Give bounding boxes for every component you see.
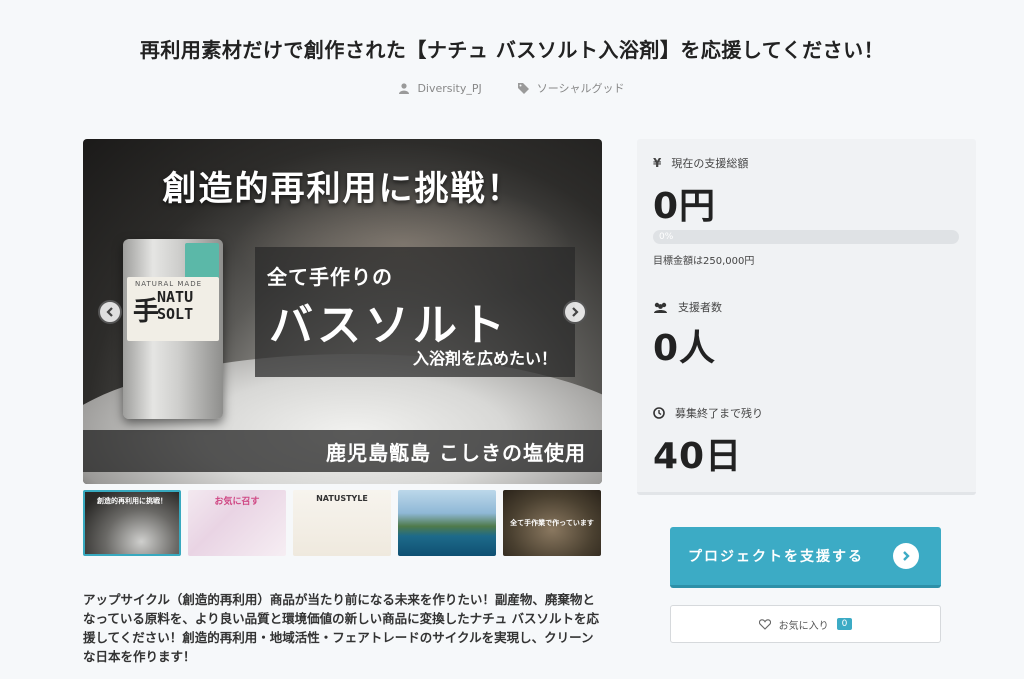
slide-headline: 創造的再利用に挑戦！	[162, 169, 523, 209]
page-title: 再利用素材だけで創作された【ナチュ バスソルト入浴剤】を応援してください！	[139, 38, 885, 62]
product-package: NATURAL MADE 手 NATU SOLT	[123, 239, 223, 419]
thumbnail-4[interactable]	[398, 490, 496, 556]
total-value: 0円	[653, 186, 717, 227]
support-project-button[interactable]: プロジェクトを支援する	[670, 527, 941, 588]
favorite-button[interactable]: お気に入り 0	[670, 605, 941, 643]
project-description: アップサイクル（創造的再利用）商品が当たり前になる未来を作りたい！副産物、廃棄物…	[83, 592, 599, 664]
slide-line-2: バスソルト	[269, 300, 509, 351]
slide-footer-band: 鹿児島甑島 こしきの塩使用	[83, 430, 602, 472]
thumbnail-1[interactable]: 創造的再利用に挑戦！	[83, 490, 181, 556]
favorite-label: お気に入り	[778, 620, 829, 632]
slide-line-3: 入浴剤を広めたい！	[412, 349, 557, 368]
author-link[interactable]: Diversity_PJ	[399, 80, 482, 96]
project-meta: Diversity_PJ ソーシャルグッド	[0, 80, 1024, 96]
backers-label-row: 支援者数	[653, 299, 722, 315]
thumbnail-caption: 創造的再利用に挑戦！	[97, 497, 167, 505]
package-caption: NATURAL MADE	[135, 280, 203, 288]
remaining-label: 募集終了まで残り	[675, 407, 763, 420]
tag-icon	[517, 82, 529, 94]
backers-value: 0人	[653, 328, 717, 369]
thumbnail-3[interactable]: NATUSTYLE	[293, 490, 391, 556]
thumbnail-caption: 全て手作業で作っています	[510, 519, 594, 527]
arrow-circle-icon	[893, 543, 919, 569]
package-mark: 手	[133, 297, 160, 327]
users-icon	[654, 302, 667, 313]
favorite-count-badge: 0	[836, 618, 853, 630]
thumbnail-5[interactable]: 全て手作業で作っています	[503, 490, 601, 556]
chevron-left-icon	[106, 307, 113, 317]
package-brand: NATU SOLT	[157, 288, 194, 323]
remaining-label-row: 募集終了まで残り	[653, 405, 763, 421]
slide-line-1: 全て手作りの	[267, 265, 393, 289]
thumbnail-2[interactable]: お気に召す	[188, 490, 286, 556]
slider-next-button[interactable]	[563, 300, 587, 324]
chevron-right-icon	[572, 307, 579, 317]
thumbnail-strip: 創造的再利用に挑戦！ お気に召す NATUSTYLE 全て手作業で作っています	[83, 490, 601, 556]
goal-text: 目標金額は250,000円	[653, 256, 755, 267]
total-label: 現在の支援総額	[671, 157, 749, 170]
package-tag	[185, 243, 219, 281]
slide-text-band: 全て手作りの バスソルト 入浴剤を広めたい！	[255, 247, 575, 377]
yen-icon: ¥	[653, 156, 662, 170]
backers-label: 支援者数	[678, 301, 722, 314]
remaining-value: 40日	[653, 436, 743, 477]
total-label-row: ¥ 現在の支援総額	[653, 155, 748, 171]
author-name: Diversity_PJ	[417, 81, 482, 95]
package-label: NATURAL MADE 手 NATU SOLT	[127, 277, 219, 341]
progress-bar: 0%	[653, 230, 959, 244]
category-link[interactable]: ソーシャルグッド	[517, 80, 625, 96]
user-icon	[399, 82, 410, 94]
support-button-label: プロジェクトを支援する	[688, 549, 864, 565]
thumbnail-caption: お気に召す	[214, 497, 260, 507]
slide-footer-text: 鹿児島甑島 こしきの塩使用	[326, 441, 586, 465]
slider-prev-button[interactable]	[98, 300, 122, 324]
thumbnail-caption: NATUSTYLE	[316, 494, 368, 503]
main-image-slider[interactable]: 創造的再利用に挑戦！ 全て手作りの バスソルト 入浴剤を広めたい！ NATURA…	[83, 139, 602, 484]
progress-text: 0%	[659, 232, 674, 242]
category-name: ソーシャルグッド	[536, 82, 625, 95]
stats-panel: ¥ 現在の支援総額 0円 0% 目標金額は250,000円 支援者数 0人 募集…	[637, 139, 976, 495]
clock-icon	[653, 407, 665, 419]
heart-icon	[758, 618, 771, 630]
